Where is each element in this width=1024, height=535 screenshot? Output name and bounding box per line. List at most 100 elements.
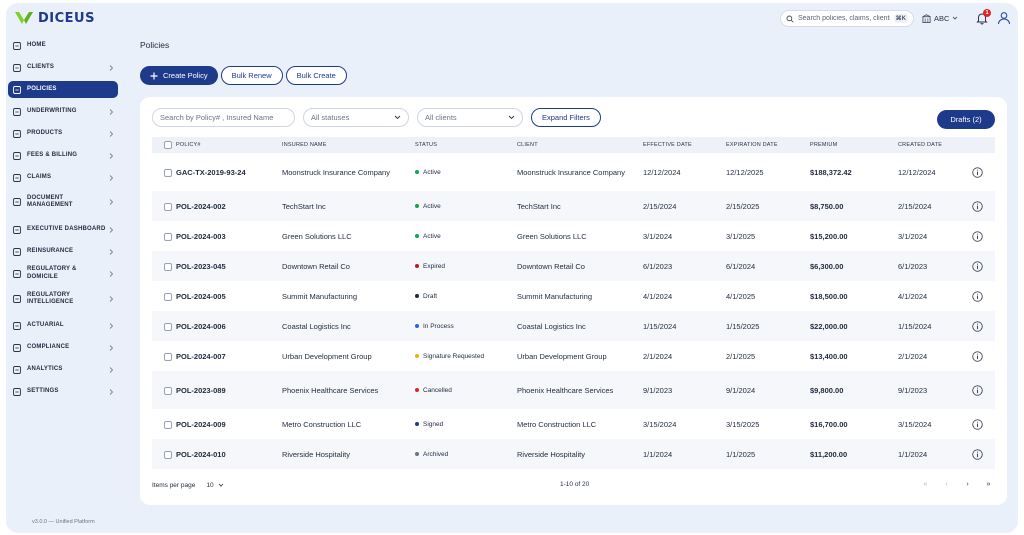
- items-per-page-select[interactable]: 10: [201, 480, 228, 491]
- info-icon[interactable]: [972, 166, 983, 178]
- status-dot: [415, 204, 419, 208]
- row-checkbox[interactable]: [164, 202, 172, 211]
- cell-policy[interactable]: POL-2023-089: [176, 371, 282, 409]
- row-checkbox[interactable]: [164, 386, 172, 395]
- chevron-right-icon: [109, 130, 114, 137]
- user-profile-icon[interactable]: [997, 11, 1011, 25]
- sidebar-item-underwriting[interactable]: UNDERWRITING: [8, 103, 118, 120]
- row-checkbox[interactable]: [164, 420, 172, 429]
- info-icon[interactable]: [972, 384, 983, 396]
- info-icon[interactable]: [972, 320, 983, 332]
- row-checkbox[interactable]: [164, 262, 172, 271]
- chevron-right-icon: [109, 108, 114, 115]
- table-row[interactable]: POL-2023-089 Phoenix Healthcare Services C…: [152, 371, 995, 409]
- column-header[interactable]: PREMIUM: [810, 137, 898, 153]
- info-icon[interactable]: [972, 448, 983, 460]
- sidebar-item-settings[interactable]: SETTINGS: [8, 383, 118, 400]
- status-text: Signature Requested: [423, 352, 485, 360]
- chevron-right-icon: [109, 322, 114, 329]
- sidebar-item-label: HOME: [27, 41, 46, 48]
- table-row[interactable]: POL-2024-003 Green Solutions LLC Active Gre…: [152, 221, 995, 251]
- expand-filters-button[interactable]: Expand Filters: [531, 108, 601, 127]
- table-row[interactable]: POL-2023-045 Downtown Retail Co Expired Dow…: [152, 251, 995, 281]
- sidebar-item-document-management[interactable]: DOCUMENT MANAGEMENT: [8, 192, 118, 212]
- info-icon[interactable]: [972, 260, 983, 272]
- org-switcher[interactable]: ABC: [922, 11, 958, 25]
- cell-effective: 2/1/2024: [643, 351, 673, 361]
- table-row[interactable]: GAC-TX-2019-93-24 Moonstruck Insurance Co…: [152, 153, 995, 191]
- bulk-renew-button[interactable]: Bulk Renew: [220, 66, 283, 85]
- info-icon[interactable]: [972, 290, 983, 302]
- cell-policy[interactable]: POL-2024-009: [176, 409, 282, 439]
- table-row[interactable]: POL-2024-005 Summit Manufacturing Draft Sum…: [152, 281, 995, 311]
- table-row[interactable]: POL-2024-007 Urban Development Group Signa…: [152, 341, 995, 371]
- cell-policy[interactable]: POL-2024-007: [176, 341, 282, 371]
- info-icon[interactable]: [972, 418, 983, 430]
- info-icon[interactable]: [972, 230, 983, 242]
- column-header[interactable]: INSURED NAME: [282, 137, 415, 153]
- cell-effective: 3/1/2024: [643, 231, 673, 241]
- pagination-range: 1-10 of 20: [560, 481, 590, 488]
- table-row[interactable]: POL-2024-002 TechStart Inc Active TechStart…: [152, 191, 995, 221]
- last-page-button[interactable]: »: [981, 478, 996, 491]
- table-row[interactable]: POL-2024-006 Coastal Logistics Inc In Proc…: [152, 311, 995, 341]
- prev-page-button[interactable]: ‹: [939, 478, 954, 491]
- sidebar-item-reinsurance[interactable]: REINSURANCE: [8, 243, 118, 260]
- sidebar-item-home[interactable]: HOME: [8, 37, 118, 54]
- row-checkbox[interactable]: [164, 322, 172, 331]
- first-page-button[interactable]: «: [918, 478, 933, 491]
- global-search[interactable]: Search policies, claims, clients ⌘K: [780, 10, 914, 27]
- row-checkbox[interactable]: [164, 352, 172, 361]
- users-icon: [13, 63, 21, 72]
- sidebar-item-claims[interactable]: CLAIMS: [8, 169, 118, 186]
- column-header[interactable]: CREATED DATE: [898, 137, 972, 153]
- cell-expiration: 3/1/2025: [726, 231, 756, 241]
- status-filter-select[interactable]: All statuses: [303, 108, 409, 127]
- cell-insured: Urban Development Group: [282, 351, 372, 361]
- sidebar-item-regulatory-intelligence[interactable]: REGULATORY INTELLIGENCE: [8, 289, 118, 309]
- create-policy-button[interactable]: Create Policy: [140, 66, 218, 85]
- next-page-button[interactable]: ›: [960, 478, 975, 491]
- drafts-button[interactable]: Drafts (2): [937, 110, 995, 129]
- column-header[interactable]: CLIENT: [517, 137, 643, 153]
- column-header[interactable]: EXPIRATION DATE: [726, 137, 810, 153]
- row-checkbox[interactable]: [164, 168, 172, 177]
- sidebar: HOME CLIENTS POLICIES UNDERWRITING PRODUCTS F…: [6, 37, 126, 517]
- cell-policy[interactable]: POL-2024-010: [176, 439, 282, 469]
- cell-policy[interactable]: POL-2024-003: [176, 221, 282, 251]
- column-header[interactable]: POLICY#: [176, 137, 282, 153]
- notifications-button[interactable]: 1: [976, 9, 991, 25]
- sidebar-item-clients[interactable]: CLIENTS: [8, 59, 118, 76]
- table-row[interactable]: POL-2024-010 Riverside Hospitality Archive…: [152, 439, 995, 469]
- column-header[interactable]: STATUS: [415, 137, 517, 153]
- status-text: Active: [423, 202, 441, 210]
- cell-policy[interactable]: GAC-TX-2019-93-24: [176, 153, 282, 191]
- status-dot: [415, 264, 419, 268]
- info-icon[interactable]: [972, 350, 983, 362]
- sidebar-item-regulatory-domicile[interactable]: REGULATORY & DOMICILE: [8, 265, 118, 282]
- sidebar-item-products[interactable]: PRODUCTS: [8, 125, 118, 142]
- cell-policy[interactable]: POL-2024-005: [176, 281, 282, 311]
- cell-policy[interactable]: POL-2024-006: [176, 311, 282, 341]
- table-row[interactable]: POL-2024-009 Metro Construction LLC Signed…: [152, 409, 995, 439]
- row-checkbox[interactable]: [164, 232, 172, 241]
- sidebar-item-label: DOCUMENT MANAGEMENT: [27, 194, 73, 209]
- sidebar-item-compliance[interactable]: COMPLIANCE: [8, 339, 118, 356]
- bulk-create-button[interactable]: Bulk Create: [285, 66, 347, 85]
- cell-policy[interactable]: POL-2024-002: [176, 191, 282, 221]
- sidebar-item-actuarial[interactable]: ACTUARIAL: [8, 317, 118, 334]
- sidebar-item-executive-dashboard[interactable]: EXECUTIVE DASHBOARD: [8, 221, 118, 238]
- brand-logo[interactable]: DICEUS: [14, 9, 95, 27]
- row-checkbox[interactable]: [164, 450, 172, 459]
- select-all-checkbox[interactable]: [164, 141, 172, 149]
- sidebar-item-analytics[interactable]: ANALYTICS: [8, 361, 118, 378]
- client-filter-select[interactable]: All clients: [417, 108, 523, 127]
- column-header[interactable]: EFFECTIVE DATE: [643, 137, 726, 153]
- cell-policy[interactable]: POL-2023-045: [176, 251, 282, 281]
- sidebar-item-policies[interactable]: POLICIES: [8, 81, 118, 98]
- sidebar-item-fees-billing[interactable]: FEES & BILLING: [8, 147, 118, 164]
- info-icon[interactable]: [972, 200, 983, 212]
- pen-icon: [13, 107, 21, 116]
- row-checkbox[interactable]: [164, 292, 172, 301]
- policy-search-input[interactable]: Search by Policy# , Insured Name: [152, 108, 295, 127]
